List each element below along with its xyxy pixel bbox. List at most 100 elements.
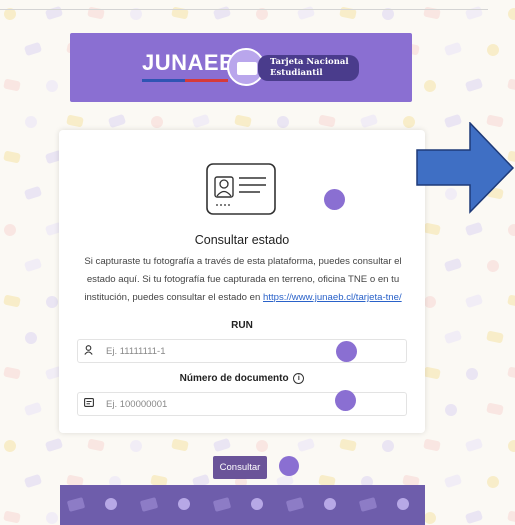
- tne-label-line1: Tarjeta Nacional: [270, 57, 349, 67]
- background-shape: [23, 473, 43, 489]
- background-shape: [66, 114, 84, 128]
- background-shape: [3, 366, 21, 380]
- top-divider: [0, 9, 488, 10]
- document-number-label-text: Número de documento: [179, 373, 289, 385]
- background-shape: [23, 185, 43, 201]
- document-number-label: Número de documento i: [59, 373, 425, 384]
- background-shape: [23, 41, 43, 57]
- background-shape: [485, 258, 501, 274]
- background-shape: [87, 438, 105, 452]
- background-shape: [507, 366, 515, 380]
- background-shape: [296, 5, 316, 21]
- background-shape: [443, 257, 463, 273]
- background-shape: [464, 509, 484, 525]
- background-shape: [485, 474, 501, 490]
- tne-link[interactable]: https://www.junaeb.cl/tarjeta-tne/: [263, 292, 402, 303]
- background-shape: [3, 294, 21, 308]
- footer-strip-cell: [104, 498, 117, 510]
- background-shape: [422, 510, 438, 525]
- background-shape: [275, 114, 291, 130]
- background-shape: [423, 366, 441, 380]
- background-shape: [507, 78, 515, 92]
- background-shape: [254, 438, 270, 454]
- background-shape: [3, 78, 21, 92]
- document-icon: [84, 398, 102, 410]
- run-input[interactable]: Ej. 11111111-1: [77, 339, 407, 363]
- background-shape: [506, 438, 515, 454]
- background-shape: [507, 294, 515, 308]
- logo-stripe: [142, 79, 228, 82]
- background-shape: [464, 221, 484, 237]
- background-shape: [107, 113, 127, 129]
- consultar-estado-card: Consultar estado Si capturaste tu fotogr…: [59, 130, 425, 433]
- background-shape: [212, 5, 232, 21]
- background-shape: [423, 222, 441, 236]
- footer-strip-cell: [139, 497, 159, 512]
- background-shape: [44, 437, 64, 453]
- background-shape: [2, 438, 18, 454]
- background-shape: [486, 330, 504, 344]
- background-shape: [2, 222, 18, 238]
- background-shape: [234, 114, 252, 128]
- background-shape: [486, 402, 504, 416]
- background-shape: [359, 113, 379, 129]
- background-shape: [506, 222, 515, 238]
- background-shape: [3, 150, 21, 164]
- footer-strip-cell: [177, 498, 190, 510]
- background-shape: [464, 5, 484, 21]
- background-shape: [443, 41, 463, 57]
- background-shape: [423, 438, 441, 452]
- background-shape: [44, 510, 60, 525]
- background-shape: [443, 402, 459, 418]
- background-shape: [422, 78, 438, 94]
- purple-dot-marker: [336, 341, 357, 362]
- background-shape: [464, 437, 484, 453]
- purple-dot-marker: [335, 390, 356, 411]
- background-shape: [3, 510, 21, 524]
- junaeb-header-banner: JUNAEB Tarjeta Nacional Estudiantil: [70, 33, 412, 102]
- background-shape: [506, 6, 515, 22]
- footer-strip-cell: [396, 498, 409, 510]
- footer-decorative-strip: [60, 485, 425, 525]
- background-shape: [128, 438, 144, 454]
- background-shape: [212, 437, 232, 453]
- info-icon[interactable]: i: [293, 373, 305, 384]
- run-label: RUN: [231, 320, 253, 331]
- footer-strip-cell: [250, 498, 263, 510]
- footer-strip-cell: [212, 497, 232, 512]
- consultar-button[interactable]: Consultar: [213, 456, 267, 479]
- background-shape: [507, 510, 515, 524]
- background-shape: [23, 114, 39, 130]
- purple-dot-marker: [324, 189, 345, 210]
- background-shape: [23, 257, 43, 273]
- footer-strip-cell: [358, 497, 378, 512]
- background-shape: [171, 438, 189, 452]
- junaeb-logo: JUNAEB: [142, 50, 236, 75]
- background-shape: [464, 77, 484, 93]
- background-shape: [443, 473, 463, 489]
- background-shape: [23, 330, 39, 346]
- background-shape: [380, 438, 396, 454]
- document-number-input[interactable]: Ej. 100000001: [77, 392, 407, 416]
- background-shape: [339, 438, 357, 452]
- background-shape: [318, 114, 336, 128]
- background-shape: [191, 113, 211, 129]
- background-shape: [422, 294, 438, 310]
- footer-strip-cell: [323, 498, 336, 510]
- background-shape: [149, 114, 165, 130]
- description: Si capturaste tu fotografía a través de …: [71, 253, 415, 307]
- background-shape: [44, 5, 64, 21]
- id-card-icon: [206, 163, 276, 215]
- background-shape: [485, 42, 501, 58]
- background-shape: [44, 78, 60, 94]
- background-shape: [401, 114, 417, 130]
- arrow-right-icon: [416, 122, 515, 214]
- purple-dot-marker: [279, 456, 299, 476]
- background-shape: [296, 437, 316, 453]
- tne-label: Tarjeta Nacional Estudiantil: [258, 55, 359, 81]
- tne-label-line2: Estudiantil: [270, 68, 323, 78]
- user-icon: [84, 344, 102, 358]
- page-title: Consultar estado: [194, 233, 290, 247]
- footer-strip-cell: [285, 497, 305, 512]
- background-shape: [44, 294, 60, 310]
